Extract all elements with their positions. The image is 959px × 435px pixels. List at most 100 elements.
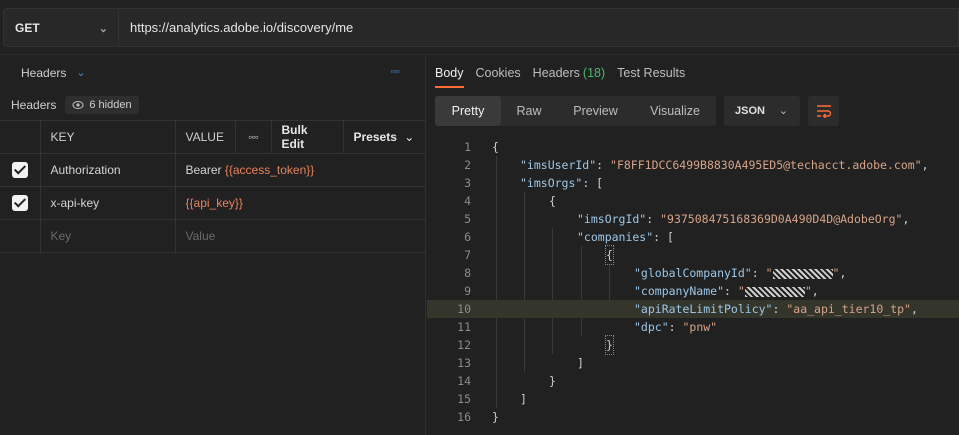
json-punct: [: [667, 230, 674, 244]
header-value-cell[interactable]: {{api_key}}: [174, 186, 426, 220]
json-key: "companyName": [634, 284, 725, 298]
json-string: ": [765, 266, 773, 280]
url-input[interactable]: https://analytics.adobe.io/discovery/me: [118, 8, 959, 47]
code-line: 7{: [427, 245, 959, 265]
json-punct: ,: [910, 302, 918, 316]
presets-label: Presets: [353, 130, 397, 144]
view-visualize-button[interactable]: Visualize: [634, 96, 716, 126]
method-select[interactable]: GET ⌄: [3, 8, 118, 47]
line-number: 4: [464, 194, 471, 208]
view-mode-switcher: Pretty Raw Preview Visualize: [435, 96, 716, 126]
line-number: 6: [464, 230, 471, 244]
format-select[interactable]: JSON ⌄: [724, 96, 800, 126]
header-key-cell[interactable]: x-api-key: [39, 186, 176, 220]
view-preview-button[interactable]: Preview: [557, 96, 634, 126]
chevron-down-icon: ⌄: [404, 130, 415, 144]
checkbox-checked[interactable]: [11, 162, 28, 178]
tab-test-results[interactable]: Test Results: [617, 56, 685, 89]
chevron-down-icon[interactable]: ⌄: [76, 66, 85, 79]
code-line: 2 "imsUserId": "F8FF1DCC6499B8830A495ED5@…: [427, 156, 959, 174]
wrap-lines-button[interactable]: [808, 96, 839, 126]
code-line: 15]: [427, 390, 959, 408]
json-key: "apiRateLimitPolicy": [634, 302, 773, 316]
line-text: }: [605, 335, 614, 355]
json-sep: :: [772, 302, 787, 316]
tab-body[interactable]: Body: [435, 56, 464, 89]
line-number: 14: [457, 374, 471, 388]
json-sep: :: [646, 212, 661, 226]
line-text: "globalCompanyId": " ",: [634, 264, 846, 282]
code-line: 1{: [427, 138, 959, 156]
table-row-empty: Key Value: [0, 219, 426, 253]
line-text: {: [492, 140, 499, 154]
value-prefix: Bearer: [185, 163, 225, 177]
row-checkbox-cell: [0, 153, 41, 187]
format-label: JSON: [735, 105, 765, 117]
line-text: ]: [577, 356, 584, 370]
view-pretty-button[interactable]: Pretty: [435, 96, 501, 126]
code-line: 12}: [427, 335, 959, 355]
line-number: 10: [457, 302, 471, 316]
line-number: 5: [464, 212, 471, 226]
json-sep: :: [582, 176, 597, 190]
line-text: "apiRateLimitPolicy": "aa_api_tier10_tp"…: [634, 300, 918, 318]
table-row: x-api-key {{api_key}}: [0, 186, 426, 220]
request-params-panel: Headers ⌄ ◦◦◦ Headers 6 hidden KEY VALUE…: [0, 56, 426, 435]
table-row: Authorization Bearer {{access_token}}: [0, 153, 426, 187]
line-text: {: [605, 245, 614, 265]
json-key: "globalCompanyId": [634, 266, 752, 280]
json-key: "imsUserId": [520, 158, 597, 172]
header-key-cell[interactable]: Authorization: [39, 153, 176, 187]
line-text: "imsOrgId": "937508475168369D0A490D4D@Ad…: [577, 210, 909, 228]
line-text: "companies": [: [577, 228, 674, 246]
code-line: 14}: [427, 372, 959, 390]
code-line: 5 "imsOrgId": "937508475168369D0A490D4D@A…: [427, 210, 959, 228]
json-punct: ,: [811, 284, 819, 298]
line-text: ]: [520, 392, 527, 406]
json-string: "F8FF1DCC6499B8830A495ED5@techacct.adobe…: [610, 158, 922, 172]
json-sep: :: [668, 320, 683, 334]
tab-headers-label: Headers: [532, 65, 580, 80]
headers-section-header: Headers 6 hidden: [0, 89, 425, 121]
line-text: "dpc": "pnw": [634, 318, 717, 336]
line-text: "imsUserId": "F8FF1DCC6499B8830A495ED5@t…: [520, 156, 929, 174]
line-text: "imsOrgs": [: [520, 174, 603, 192]
code-line-highlighted: 10 "apiRateLimitPolicy": "aa_api_tier10_t…: [427, 300, 959, 318]
json-string: "aa_api_tier10_tp": [786, 302, 911, 316]
code-line: 9 "companyName": " ",: [427, 282, 959, 300]
key-column-header: KEY: [39, 120, 176, 154]
headers-table: KEY VALUE ◦◦◦ Bulk Edit Presets ⌄ Author…: [0, 120, 426, 253]
json-punct: ,: [839, 266, 847, 280]
line-number: 3: [464, 176, 471, 190]
check-column-header: [0, 120, 41, 154]
more-options-icon[interactable]: ◦◦◦: [390, 66, 400, 78]
new-key-input[interactable]: Key: [39, 219, 176, 253]
line-number: 16: [457, 410, 471, 424]
header-value-cell[interactable]: Bearer {{access_token}}: [174, 153, 426, 187]
tab-headers[interactable]: Headers (18): [533, 56, 605, 89]
chevron-down-icon: ⌄: [778, 105, 788, 117]
response-body-code[interactable]: 1{ 2 "imsUserId": "F8FF1DCC6499B8830A495E…: [427, 138, 959, 426]
view-raw-button[interactable]: Raw: [501, 96, 557, 126]
line-number: 11: [457, 320, 471, 334]
bulk-edit-button[interactable]: Bulk Edit: [270, 120, 344, 154]
tab-cookies[interactable]: Cookies: [476, 56, 521, 89]
column-options-icon[interactable]: ◦◦◦: [234, 120, 272, 154]
json-string: ": [804, 284, 812, 298]
headers-section-title: Headers: [11, 98, 57, 112]
response-tab-bar: Body Cookies Headers (18) Test Results: [427, 56, 959, 89]
line-number: 8: [464, 266, 471, 280]
eye-icon: [72, 101, 84, 109]
code-line: 8 "globalCompanyId": " ",: [427, 264, 959, 282]
hidden-headers-toggle[interactable]: 6 hidden: [65, 96, 139, 114]
presets-dropdown[interactable]: Presets ⌄: [342, 120, 426, 154]
code-line: 6 "companies": [: [427, 228, 959, 246]
json-sep: :: [653, 230, 668, 244]
json-key: "imsOrgs": [520, 176, 583, 190]
new-value-input[interactable]: Value: [174, 219, 426, 253]
json-key: "companies": [577, 230, 654, 244]
checkbox-checked[interactable]: [11, 195, 28, 211]
json-punct: [: [596, 176, 604, 190]
tab-headers[interactable]: Headers: [21, 66, 66, 80]
chevron-down-icon: ⌄: [98, 23, 108, 35]
